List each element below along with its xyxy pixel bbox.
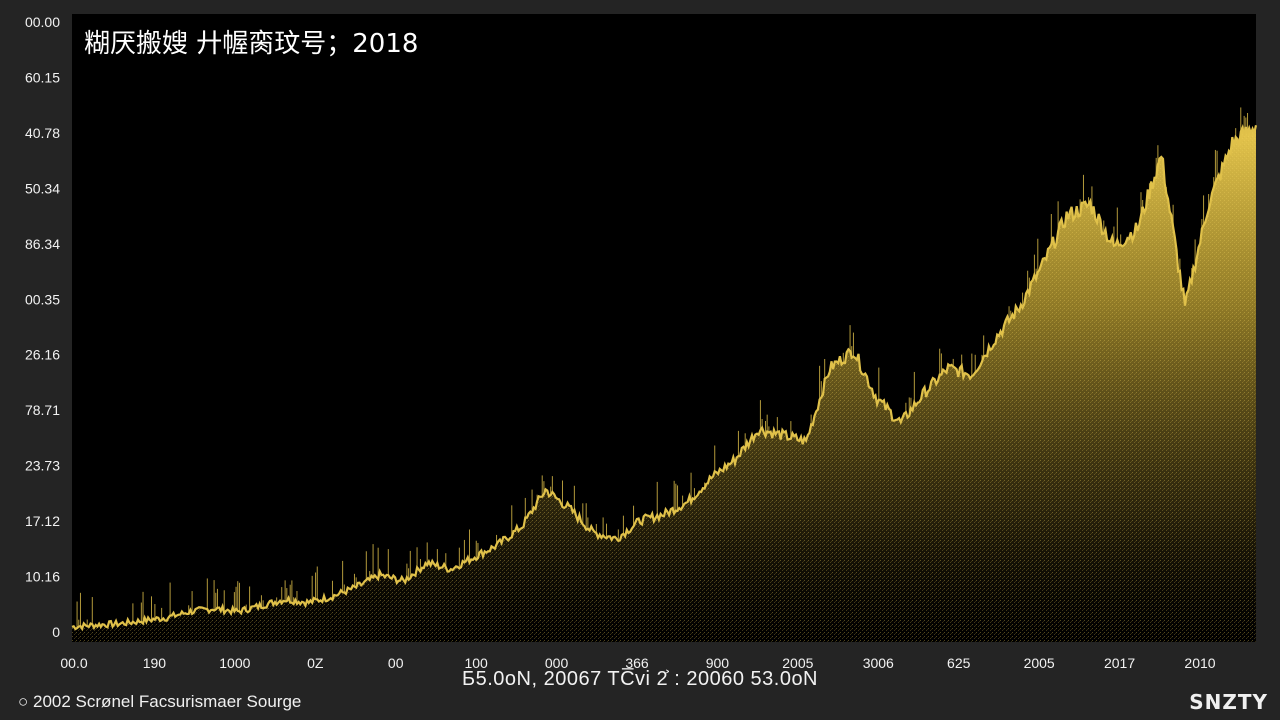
chart-svg: 00.00 60.15 40.78 50.34 86.34 00.35 26.16 78.71… — [25, 14, 1258, 671]
y-tick-label: 86.34 — [25, 236, 60, 252]
y-tick-label: 00.00 — [25, 14, 60, 30]
y-tick-label: 40.78 — [25, 125, 60, 141]
chart-title: 糊厌搬嫂 廾幄脔玟号；2018 — [84, 29, 418, 59]
y-tick-label: 23.73 — [25, 458, 60, 474]
source-credit: ○ 2002 Scrønel Facsurismaer Sourge — [18, 692, 301, 712]
source-text: 2002 Scrønel Facsurismaer Sourge — [33, 692, 302, 711]
y-tick-label: 10.16 — [25, 569, 60, 585]
y-tick-label: 50.34 — [25, 180, 60, 196]
chart-container: 00.00 60.15 40.78 50.34 86.34 00.35 26.16 78.71… — [0, 0, 1280, 720]
y-tick-label: 0 — [52, 624, 60, 640]
footer-coordinates: Б5.0oN, 20067 TC̅vi 2͐ : 20060 53.0oN — [461, 668, 819, 690]
y-axis: 00.00 60.15 40.78 50.34 86.34 00.35 26.16 78.71… — [25, 14, 60, 640]
y-tick-label: 17.12 — [25, 513, 60, 529]
y-tick-label: 00.35 — [25, 291, 60, 307]
channel-logo: SNZTY — [1189, 690, 1268, 714]
y-tick-label: 26.16 — [25, 347, 60, 363]
y-tick-label: 60.15 — [25, 69, 60, 85]
y-tick-label: 78.71 — [25, 402, 60, 418]
copyright-icon: ○ — [18, 692, 29, 711]
